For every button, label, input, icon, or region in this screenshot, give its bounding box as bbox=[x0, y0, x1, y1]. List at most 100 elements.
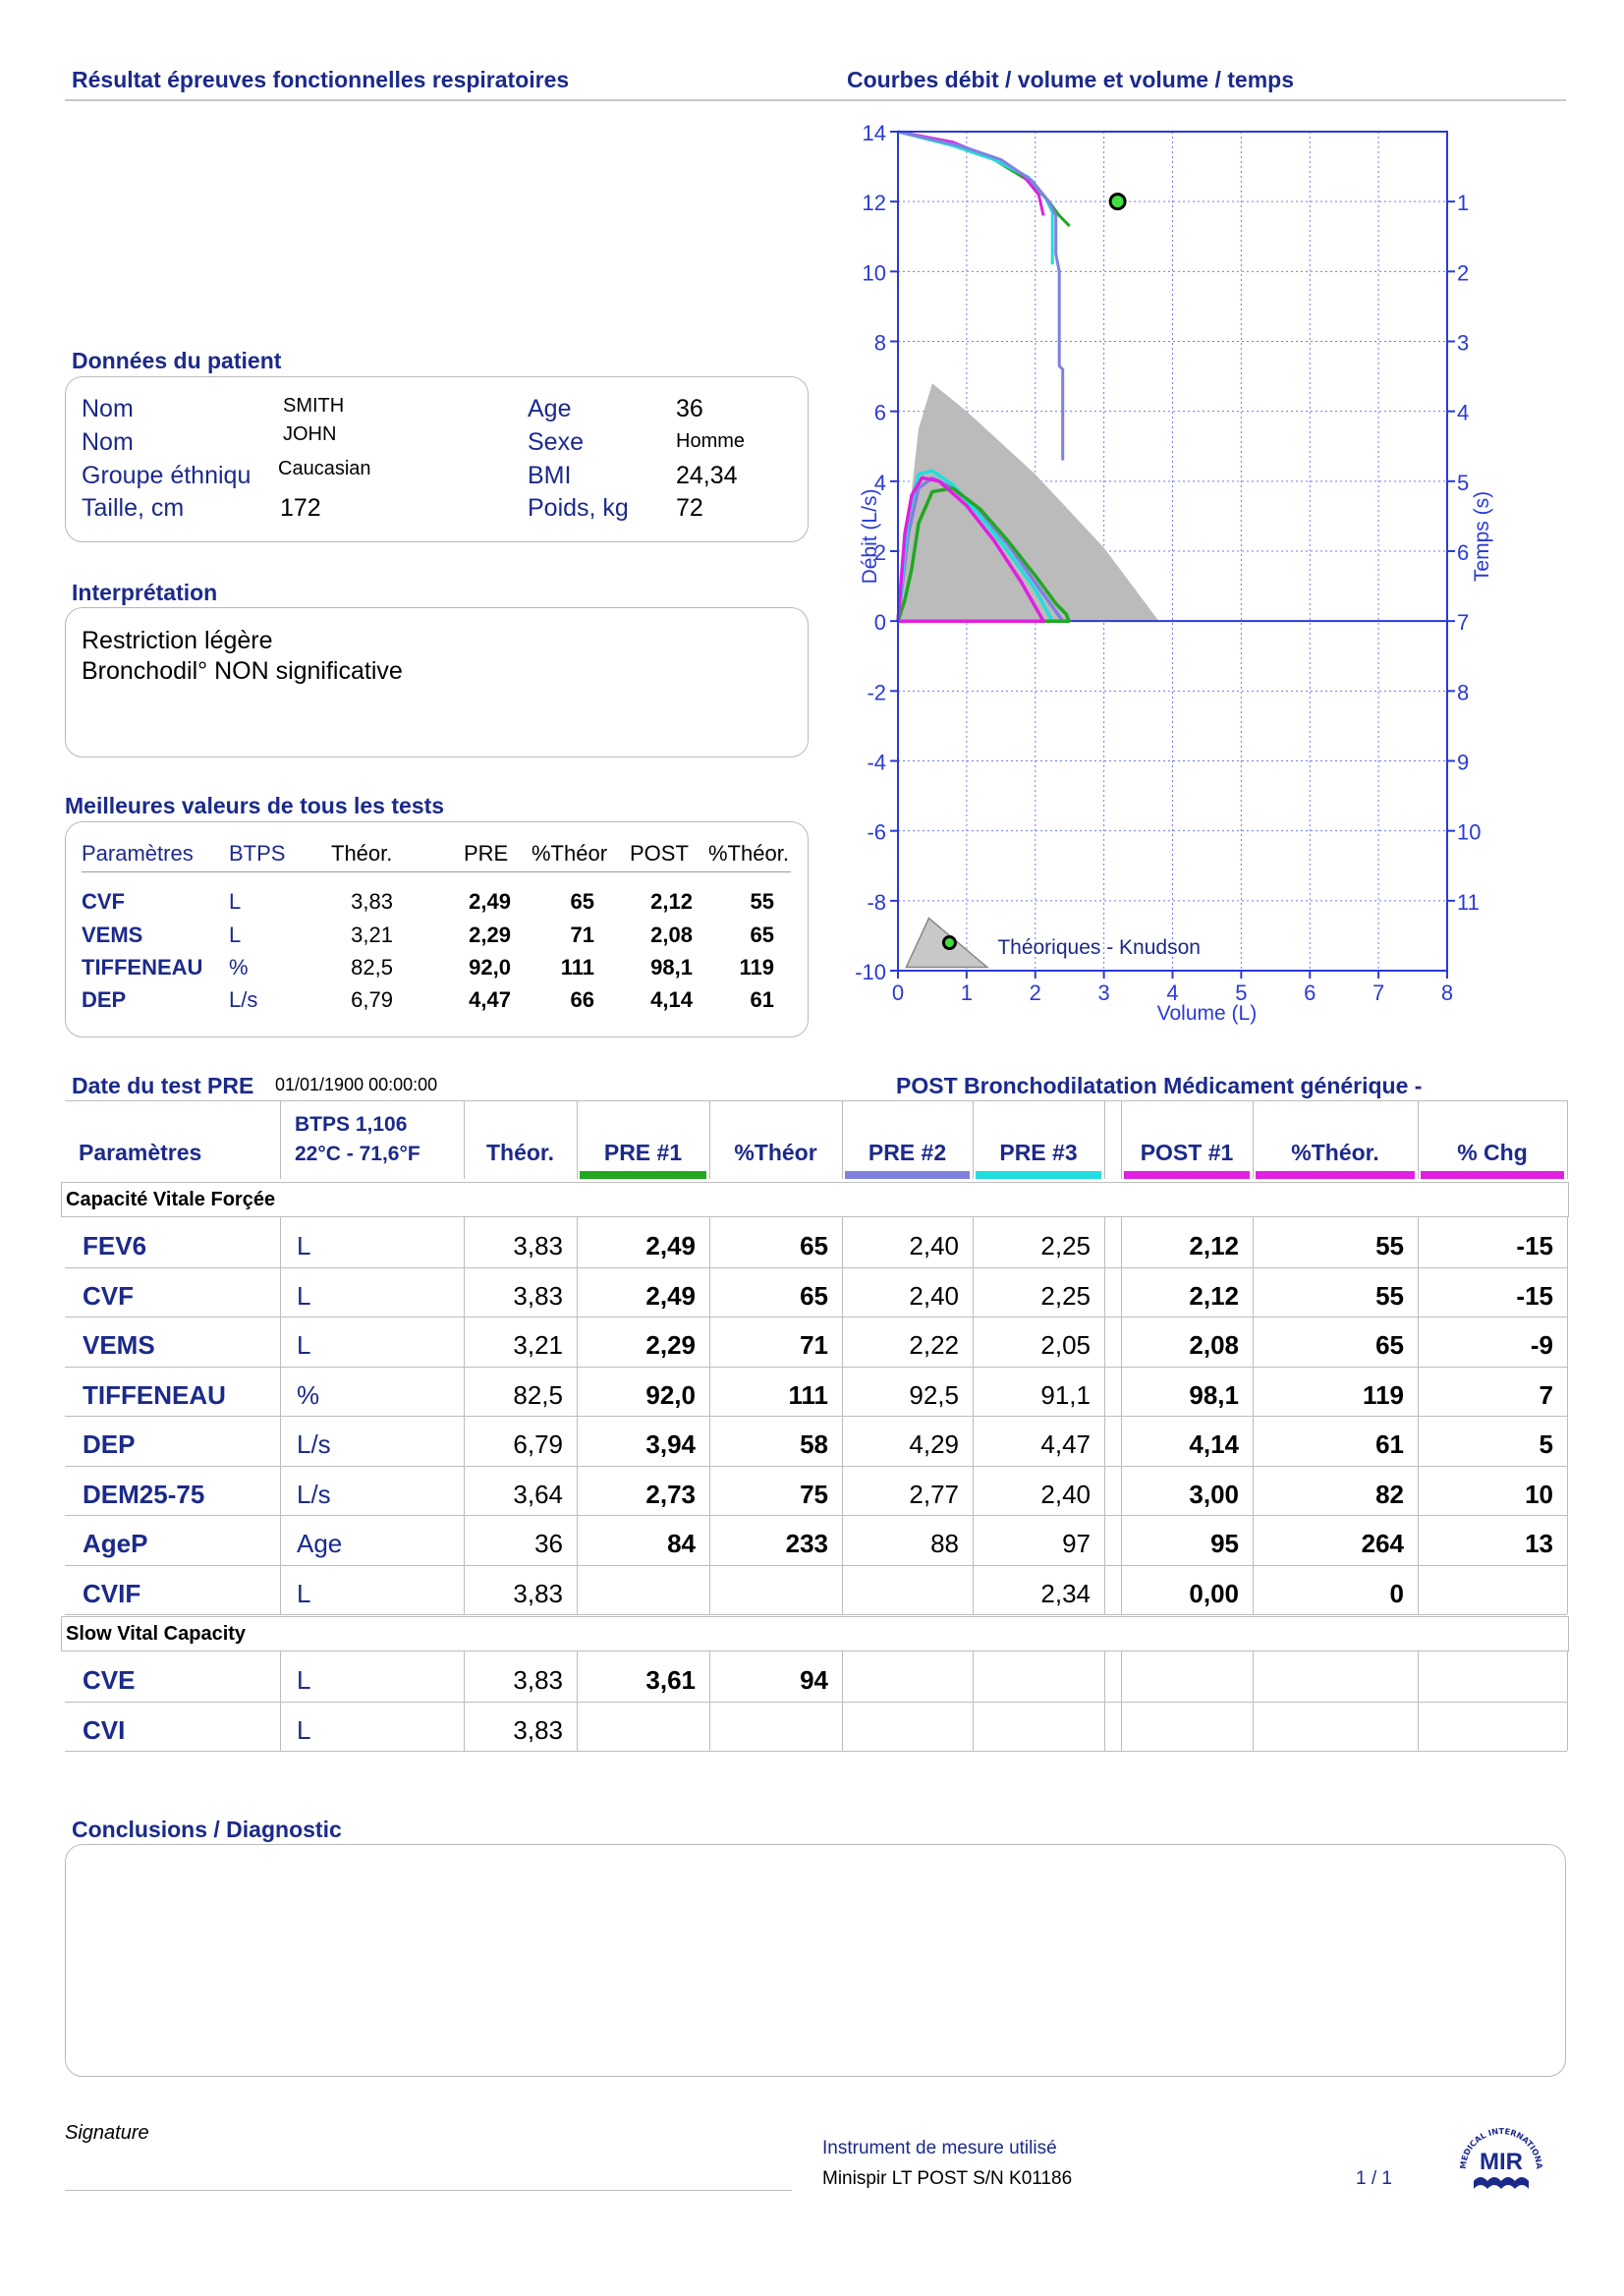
report-title: Résultat épreuves fonctionnelles respira… bbox=[72, 67, 570, 92]
y-tick-label: 8 bbox=[874, 331, 886, 356]
patient-firstname: JOHN bbox=[283, 423, 337, 445]
x-tick-label: 0 bbox=[892, 980, 904, 1005]
post1-pct-color-bar bbox=[1256, 1171, 1415, 1179]
fvc-value-cell: 6,79 bbox=[513, 1429, 563, 1459]
page-number: 1 / 1 bbox=[1356, 2168, 1392, 2189]
conclusions-section-title: Conclusions / Diagnostic bbox=[72, 1817, 342, 1842]
best-value-cell: 65 bbox=[570, 889, 594, 914]
fvc-value-cell: 2,77 bbox=[909, 1479, 959, 1509]
patient-section-title: Données du patient bbox=[72, 348, 282, 373]
column-divider bbox=[1567, 1652, 1568, 1751]
instrument-label: Instrument de mesure utilisé bbox=[822, 2138, 1057, 2158]
best-value-cell: 2,49 bbox=[469, 889, 511, 914]
fvc-value-cell: 2,49 bbox=[645, 1280, 696, 1311]
best-param-name: DEP bbox=[82, 987, 127, 1012]
fvc-value-cell: 97 bbox=[1062, 1529, 1091, 1558]
fvc-value-cell: 2,73 bbox=[645, 1479, 696, 1509]
best-value-cell: 3,21 bbox=[351, 923, 393, 947]
y2-tick-label: 6 bbox=[1457, 540, 1469, 565]
row-divider bbox=[65, 1701, 1567, 1703]
best-value-cell: 71 bbox=[570, 923, 594, 947]
fvc-value-cell: 55 bbox=[1375, 1231, 1404, 1260]
y2-tick-label: 1 bbox=[1457, 191, 1469, 215]
column-divider bbox=[577, 1652, 578, 1751]
header-divider bbox=[280, 1100, 281, 1179]
column-divider bbox=[1121, 1652, 1122, 1751]
best-value-cell: 6,79 bbox=[351, 987, 393, 1012]
header-pct-theor-post: %Théor. bbox=[1291, 1140, 1379, 1165]
svc-param-unit: L bbox=[297, 1714, 311, 1745]
pre3-color-bar bbox=[976, 1171, 1101, 1179]
fvc-value-cell: 3,21 bbox=[513, 1330, 563, 1360]
y-tick-label: 0 bbox=[874, 610, 886, 635]
best-value-cell: 2,12 bbox=[650, 889, 693, 914]
y2-tick-label: 8 bbox=[1457, 680, 1469, 704]
best-header-post: POST bbox=[630, 841, 689, 866]
column-divider bbox=[973, 1217, 974, 1614]
fvc-value-cell: 2,25 bbox=[1040, 1231, 1091, 1260]
fvc-param-unit: L bbox=[297, 1330, 311, 1360]
column-divider bbox=[577, 1217, 578, 1614]
fvc-param-name: DEP bbox=[83, 1429, 136, 1459]
x-tick-label: 6 bbox=[1304, 980, 1316, 1005]
post-bronchodilation-title: POST Bronchodilatation Médicament généri… bbox=[896, 1073, 1423, 1098]
y2-tick-label: 9 bbox=[1457, 751, 1469, 775]
fvc-value-cell: 2,12 bbox=[1189, 1231, 1239, 1260]
patient-height: 172 bbox=[280, 494, 321, 522]
pre2-color-bar bbox=[845, 1171, 970, 1179]
svc-param-name: CVI bbox=[83, 1714, 126, 1745]
column-divider bbox=[1418, 1652, 1419, 1751]
column-divider bbox=[1253, 1217, 1254, 1614]
y2-tick-label: 10 bbox=[1457, 820, 1481, 845]
fvc-value-cell: 2,40 bbox=[1040, 1479, 1091, 1509]
patient-age: 36 bbox=[676, 395, 703, 422]
best-value-cell: 92,0 bbox=[469, 955, 511, 980]
best-value-cell: 2,29 bbox=[469, 923, 511, 947]
best-header-pre: PRE bbox=[464, 841, 509, 866]
y-tick-label: 6 bbox=[874, 401, 886, 425]
column-divider bbox=[1121, 1217, 1122, 1614]
fvc-value-cell: 95 bbox=[1210, 1529, 1239, 1558]
fvc-value-cell: 65 bbox=[800, 1280, 828, 1311]
fvc-param-name: TIFFENEAU bbox=[83, 1379, 226, 1410]
header-btps: BTPS 1,106 bbox=[295, 1113, 408, 1136]
header-rule bbox=[65, 99, 1566, 101]
x-axis-title: Volume (L) bbox=[1157, 1002, 1258, 1025]
fvc-value-cell: 119 bbox=[1363, 1379, 1404, 1410]
column-divider bbox=[464, 1652, 465, 1751]
y2-tick-label: 2 bbox=[1457, 260, 1469, 285]
conclusions-box[interactable] bbox=[65, 1844, 1566, 2077]
y2-tick-label: 5 bbox=[1457, 471, 1469, 495]
fvc-value-cell: 3,00 bbox=[1189, 1479, 1239, 1509]
best-header-rule bbox=[82, 871, 791, 872]
y-tick-label: -6 bbox=[867, 820, 886, 845]
y-axis-title: Débit (L/s) bbox=[859, 489, 881, 585]
best-value-cell: L bbox=[229, 923, 242, 947]
mir-logo-text: MIR bbox=[1480, 2149, 1523, 2175]
fvc-value-cell: 0,00 bbox=[1189, 1578, 1239, 1608]
fvc-value-cell: 92,5 bbox=[909, 1379, 959, 1410]
fvc-value-cell: 75 bbox=[800, 1479, 828, 1509]
y2-axis-title: Temps (s) bbox=[1471, 491, 1493, 582]
best-values-section-title: Meilleures valeurs de tous les tests bbox=[65, 793, 445, 818]
patient-weight: 72 bbox=[676, 494, 703, 522]
row-divider bbox=[65, 1465, 1567, 1467]
fvc-value-cell: 82 bbox=[1375, 1479, 1404, 1509]
patient-label-age: Age bbox=[528, 395, 572, 422]
header-divider bbox=[1104, 1100, 1105, 1179]
x-tick-label: 2 bbox=[1030, 980, 1041, 1005]
post1-chg-color-bar bbox=[1421, 1171, 1564, 1179]
fvc-value-cell: 65 bbox=[800, 1231, 828, 1260]
svc-value-cell: 3,83 bbox=[513, 1665, 563, 1695]
row-divider bbox=[65, 1751, 1567, 1752]
column-divider bbox=[1104, 1652, 1105, 1751]
fvc-value-cell: 92,0 bbox=[645, 1379, 696, 1410]
y-tick-label: -10 bbox=[855, 960, 886, 984]
x-tick-label: 1 bbox=[961, 980, 973, 1005]
header-temperature: 22°C - 71,6°F bbox=[295, 1143, 420, 1165]
test-date-label: Date du test PRE bbox=[72, 1073, 254, 1098]
fvc-param-unit: L bbox=[297, 1231, 311, 1260]
best-value-cell: L bbox=[229, 889, 242, 914]
fvc-value-cell: 2,29 bbox=[645, 1330, 696, 1360]
fvc-value-cell: 2,12 bbox=[1189, 1280, 1239, 1311]
